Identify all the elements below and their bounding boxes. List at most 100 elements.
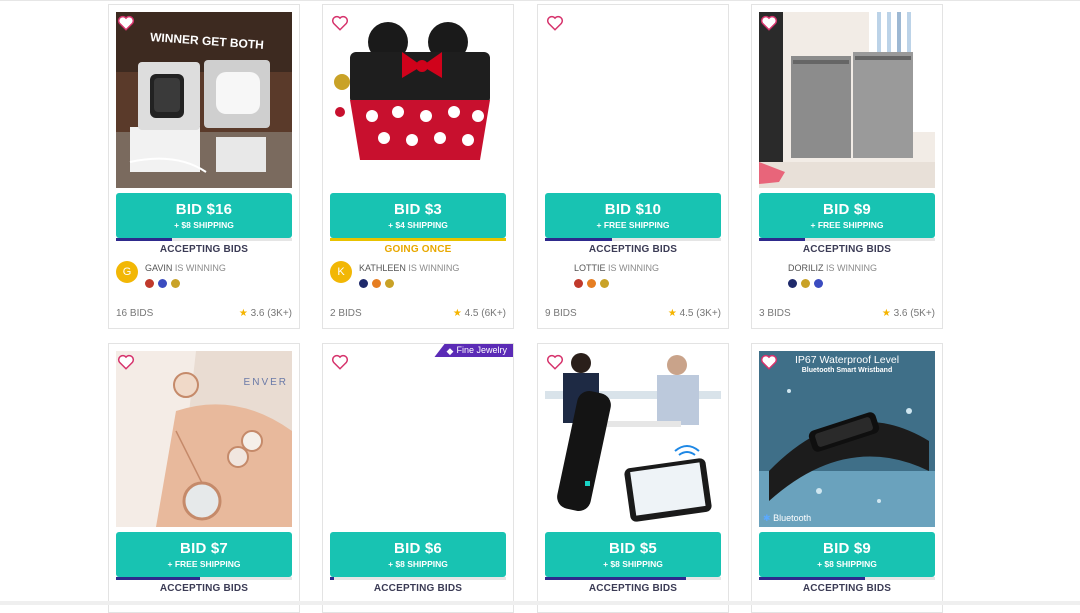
- bid-button[interactable]: BID $16 + $8 SHIPPING: [116, 193, 292, 238]
- winner-text: GAVIN IS WINNING: [145, 263, 226, 273]
- avatar: K: [330, 261, 352, 283]
- heart-icon[interactable]: [760, 353, 778, 371]
- diamond-icon: ◆: [446, 346, 454, 356]
- bid-amount: BID $16: [175, 201, 233, 218]
- winner-badges: [145, 275, 184, 289]
- winner-badges: [359, 275, 398, 289]
- bid-amount: BID $3: [394, 201, 442, 218]
- bid-button[interactable]: BID $7 + FREE SHIPPING: [116, 532, 292, 577]
- auction-status: ACCEPTING BIDS: [802, 244, 892, 255]
- rating-value: 3.6 (3K+): [250, 308, 292, 319]
- auction-progress-bar: [330, 577, 506, 580]
- image-overlay-bluetooth: ✱ Bluetooth: [763, 513, 811, 524]
- auction-progress-bar: [759, 577, 935, 580]
- auction-progress-bar: [759, 238, 935, 241]
- auction-card[interactable]: ENVER BID $7 + FREE SHIPPING ACCEPTING B…: [108, 343, 300, 613]
- heart-icon[interactable]: [117, 14, 135, 32]
- shipping-label: + FREE SHIPPING: [810, 220, 884, 230]
- winner-name: DORILIZ: [788, 263, 824, 273]
- winner-name: GAVIN: [145, 263, 173, 273]
- product-image-opal-jewelry[interactable]: ENVER: [116, 351, 292, 527]
- winner-name: LOTTIE: [574, 263, 606, 273]
- bid-button[interactable]: BID $9 + $8 SHIPPING: [759, 532, 935, 577]
- auction-progress-bar: [545, 238, 721, 241]
- badge-icon: [788, 279, 797, 289]
- heart-icon[interactable]: [760, 14, 778, 32]
- bid-amount: BID $10: [604, 201, 662, 218]
- product-image-blank[interactable]: [545, 12, 721, 188]
- product-image-translator-device[interactable]: [545, 351, 721, 527]
- rating-value: 4.5 (6K+): [464, 308, 506, 319]
- bid-button[interactable]: BID $10 + FREE SHIPPING: [545, 193, 721, 238]
- trophy-icon: [801, 279, 810, 289]
- category-ribbon: ◆ Fine Jewelry: [434, 344, 513, 357]
- badge-icon: [814, 279, 823, 289]
- product-image-storage-bags[interactable]: [759, 12, 935, 188]
- rating-value: 4.5 (3K+): [679, 308, 721, 319]
- shipping-label: + FREE SHIPPING: [167, 559, 241, 569]
- badge-icon: [145, 279, 154, 289]
- winning-label: IS WINNING: [408, 263, 460, 273]
- heart-icon[interactable]: [331, 14, 349, 32]
- auction-status: ACCEPTING BIDS: [159, 583, 249, 594]
- image-overlay-title: IP67 Waterproof Level: [794, 354, 900, 366]
- badge-icon: [359, 279, 368, 289]
- auction-card[interactable]: BID $3 + $4 SHIPPING GOING ONCE K KATHLE…: [322, 4, 514, 329]
- bid-count: 2 BIDS: [330, 308, 362, 319]
- seller-rating: ★ 4.5 (6K+): [453, 308, 506, 319]
- shipping-label: + $8 SHIPPING: [817, 559, 877, 569]
- auction-progress-bar: [330, 238, 506, 241]
- seller-rating: ★ 3.6 (5K+): [882, 308, 935, 319]
- auction-status: ACCEPTING BIDS: [373, 583, 463, 594]
- product-image-smartwatch-earbuds[interactable]: WINNER GET BOTH: [116, 12, 292, 188]
- badge-icon: [574, 279, 583, 289]
- heart-icon[interactable]: [546, 353, 564, 371]
- bid-button[interactable]: BID $6 + $8 SHIPPING: [330, 532, 506, 577]
- badge-icon: [587, 279, 596, 289]
- winner-text: LOTTIE IS WINNING: [574, 263, 659, 273]
- bid-button[interactable]: BID $5 + $8 SHIPPING: [545, 532, 721, 577]
- heart-icon[interactable]: [117, 353, 135, 371]
- product-image-blank[interactable]: [330, 351, 506, 527]
- winning-label: IS WINNING: [174, 263, 226, 273]
- bid-amount: BID $7: [180, 540, 228, 557]
- shipping-label: + $8 SHIPPING: [174, 220, 234, 230]
- auction-card[interactable]: IP67 Waterproof Level Bluetooth Smart Wr…: [751, 343, 943, 613]
- heart-icon[interactable]: [331, 353, 349, 371]
- bid-count: 3 BIDS: [759, 308, 791, 319]
- rating-value: 3.6 (5K+): [893, 308, 935, 319]
- bid-amount: BID $9: [823, 201, 871, 218]
- bid-button[interactable]: BID $3 + $4 SHIPPING: [330, 193, 506, 238]
- auction-card[interactable]: BID $5 + $8 SHIPPING ACCEPTING BIDS: [537, 343, 729, 613]
- badge-icon: [158, 279, 167, 289]
- image-overlay-text: ENVER: [243, 377, 288, 388]
- seller-rating: ★ 4.5 (3K+): [668, 308, 721, 319]
- heart-icon[interactable]: [546, 14, 564, 32]
- top-divider: [0, 0, 1080, 1]
- winning-label: IS WINNING: [608, 263, 660, 273]
- bid-button[interactable]: BID $9 + FREE SHIPPING: [759, 193, 935, 238]
- auction-status: ACCEPTING BIDS: [588, 244, 678, 255]
- auction-card[interactable]: ◆ Fine Jewelry BID $6 + $8 SHIPPING ACCEP…: [322, 343, 514, 613]
- star-icon: ★: [238, 308, 248, 319]
- bid-count: 9 BIDS: [545, 308, 577, 319]
- avatar: G: [116, 261, 138, 283]
- product-image-fitness-wristband[interactable]: IP67 Waterproof Level Bluetooth Smart Wr…: [759, 351, 935, 527]
- bid-amount: BID $5: [609, 540, 657, 557]
- auction-progress-bar: [116, 238, 292, 241]
- trophy-icon: [171, 279, 180, 289]
- winner-badges: [788, 275, 827, 289]
- auction-status: ACCEPTING BIDS: [588, 583, 678, 594]
- auction-card[interactable]: WINNER GET BOTH BID $16 + $8 SHIPPING AC…: [108, 4, 300, 329]
- shipping-label: + $4 SHIPPING: [388, 220, 448, 230]
- winner-name: KATHLEEN: [359, 263, 406, 273]
- shipping-label: + FREE SHIPPING: [596, 220, 670, 230]
- auction-card[interactable]: BID $9 + FREE SHIPPING ACCEPTING BIDS DO…: [751, 4, 943, 329]
- star-icon: ★: [881, 308, 891, 319]
- trophy-icon: [385, 279, 394, 289]
- seller-rating: ★ 3.6 (3K+): [239, 308, 292, 319]
- auction-card[interactable]: BID $10 + FREE SHIPPING ACCEPTING BIDS L…: [537, 4, 729, 329]
- ribbon-label: Fine Jewelry: [456, 345, 507, 355]
- product-image-cosmetic-bag[interactable]: [330, 12, 506, 188]
- image-overlay-subtitle: Bluetooth Smart Wristband: [801, 367, 893, 374]
